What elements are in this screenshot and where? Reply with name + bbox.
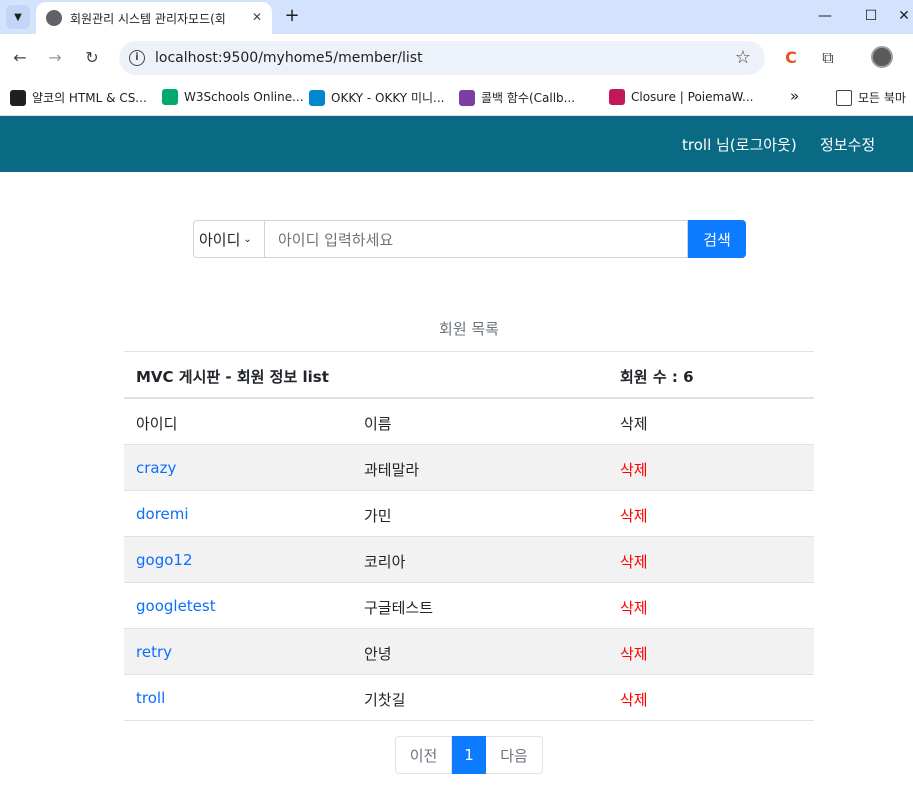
maximize-icon[interactable]: ☐ — [856, 4, 886, 28]
tab-title: 회원관리 시스템 관리자모드(회 — [70, 11, 226, 26]
bookmark-item[interactable]: OKKY - OKKY 미니... — [309, 89, 444, 106]
edit-info-link[interactable]: 정보수정 — [820, 134, 875, 155]
table-row: troll 기찻길 삭제 — [124, 675, 814, 721]
member-id-link[interactable]: crazy — [136, 459, 176, 477]
bookmarks-overflow-button[interactable]: » — [790, 87, 799, 105]
notion-icon — [10, 89, 26, 106]
delete-link[interactable]: 삭제 — [620, 505, 648, 526]
browser-tab[interactable]: 회원관리 시스템 관리자모드(회 ✕ — [36, 2, 272, 34]
delete-link[interactable]: 삭제 — [620, 643, 648, 664]
member-name: 기찻길 — [364, 691, 406, 709]
address-bar[interactable]: i localhost:9500/myhome5/member/list ☆ — [119, 41, 765, 75]
avatar[interactable] — [871, 46, 893, 68]
logout-link[interactable]: troll 님(로그아웃) — [682, 134, 797, 155]
bookmark-label: W3Schools Online... — [184, 90, 304, 104]
member-id-link[interactable]: doremi — [136, 505, 189, 523]
close-icon[interactable]: ✕ — [252, 10, 262, 24]
forward-arrow-icon[interactable]: → — [43, 46, 67, 70]
info-icon[interactable]: i — [129, 50, 145, 66]
search-field-select[interactable]: 아이디 ⌄ — [193, 220, 265, 258]
bookmark-label: Closure | PoiemaW... — [631, 90, 754, 104]
chevron-down-icon: ⌄ — [243, 233, 252, 245]
member-table: MVC 게시판 - 회원 정보 list 회원 수 : 6 아이디 이름 삭제 … — [124, 351, 814, 721]
extension-c-icon[interactable]: C — [779, 46, 803, 70]
table-row: gogo12 코리아 삭제 — [124, 537, 814, 583]
new-tab-button[interactable]: + — [280, 5, 304, 29]
delete-link[interactable]: 삭제 — [620, 597, 648, 618]
search-field-selected: 아이디 — [199, 230, 241, 249]
browser-toolbar: ← → ↻ i localhost:9500/myhome5/member/li… — [0, 34, 913, 82]
member-name: 가민 — [364, 507, 392, 525]
site-navbar: troll 님(로그아웃) 정보수정 — [0, 116, 913, 172]
member-id-link[interactable]: googletest — [136, 597, 216, 615]
table-title: MVC 게시판 - 회원 정보 list — [136, 368, 329, 386]
bookmark-item[interactable]: 콜백 함수(Callb... — [459, 89, 575, 106]
table-row: retry 안녕 삭제 — [124, 629, 814, 675]
page-1-button[interactable]: 1 — [452, 736, 486, 774]
puzzle-icon[interactable]: ⧉ — [816, 46, 840, 70]
folder-icon — [836, 89, 852, 106]
url-text: localhost:9500/myhome5/member/list — [155, 50, 423, 66]
member-id-link[interactable]: retry — [136, 643, 172, 661]
code-icon — [609, 89, 625, 105]
column-header-id: 아이디 — [136, 415, 178, 433]
bookmark-item[interactable]: Closure | PoiemaW... — [609, 89, 753, 105]
search-button[interactable]: 검색 — [688, 220, 746, 258]
bookmark-star-icon[interactable]: ☆ — [735, 47, 751, 68]
w3schools-icon — [162, 89, 178, 105]
all-bookmarks-button[interactable]: 모든 북마 — [836, 89, 906, 106]
prev-page-button[interactable]: 이전 — [395, 736, 452, 774]
member-count: 회원 수 : 6 — [620, 368, 694, 386]
search-placeholder: 아이디 입력하세요 — [278, 230, 394, 249]
member-name: 과테말라 — [364, 461, 420, 479]
delete-link[interactable]: 삭제 — [620, 459, 648, 480]
okky-icon — [309, 89, 325, 106]
globe-icon — [46, 10, 62, 26]
bookmarks-bar: 얄코의 HTML & CS... W3Schools Online... OKK… — [0, 82, 913, 116]
browser-tab-strip: ▼ 회원관리 시스템 관리자모드(회 ✕ + — ☐ ✕ — [0, 0, 913, 34]
bookmark-label: 얄코의 HTML & CS... — [32, 91, 147, 105]
search-input[interactable]: 아이디 입력하세요 — [265, 220, 688, 258]
search-form: 아이디 ⌄ 아이디 입력하세요 검색 — [193, 220, 746, 258]
table-header-row: 아이디 이름 삭제 — [124, 399, 814, 445]
table-row: crazy 과테말라 삭제 — [124, 445, 814, 491]
table-row: doremi 가민 삭제 — [124, 491, 814, 537]
next-page-button[interactable]: 다음 — [486, 736, 543, 774]
table-caption: 회원 목록 — [439, 320, 499, 338]
bookmark-label: OKKY - OKKY 미니... — [331, 91, 445, 105]
pagination: 이전 1 다음 — [395, 736, 543, 774]
table-row: googletest 구글테스트 삭제 — [124, 583, 814, 629]
back-arrow-icon[interactable]: ← — [8, 46, 32, 70]
reload-icon[interactable]: ↻ — [80, 46, 104, 70]
delete-link[interactable]: 삭제 — [620, 689, 648, 710]
bookmark-label: 콜백 함수(Callb... — [481, 91, 576, 105]
member-name: 안녕 — [364, 645, 392, 663]
bookmark-item[interactable]: W3Schools Online... — [162, 89, 304, 105]
member-name: 구글테스트 — [364, 599, 434, 617]
column-header-name: 이름 — [364, 415, 392, 433]
member-id-link[interactable]: troll — [136, 689, 165, 707]
tab-search-button[interactable]: ▼ — [6, 5, 30, 29]
delete-link[interactable]: 삭제 — [620, 551, 648, 572]
window-close-icon[interactable]: ✕ — [895, 4, 913, 28]
member-name: 코리아 — [364, 553, 406, 571]
all-bookmarks-label: 모든 북마 — [858, 91, 906, 105]
member-id-link[interactable]: gogo12 — [136, 551, 192, 569]
minimize-icon[interactable]: — — [810, 4, 840, 28]
bookmark-site-icon — [459, 89, 475, 106]
column-header-delete: 삭제 — [620, 415, 648, 433]
bookmark-item[interactable]: 얄코의 HTML & CS... — [10, 89, 147, 106]
table-title-row: MVC 게시판 - 회원 정보 list 회원 수 : 6 — [124, 352, 814, 399]
